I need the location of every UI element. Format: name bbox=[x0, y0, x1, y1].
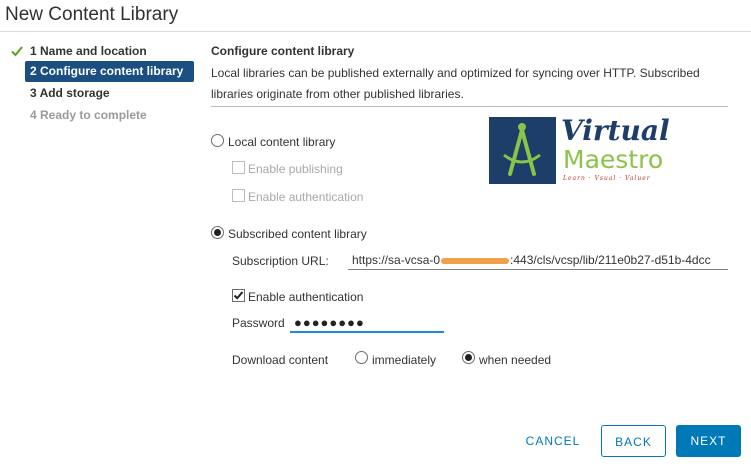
back-button[interactable]: BACK bbox=[601, 425, 666, 457]
checkmark-icon bbox=[233, 291, 244, 300]
section-description: Local libraries can be published externa… bbox=[211, 66, 700, 101]
title-divider bbox=[0, 31, 751, 32]
enable-publishing-label: Enable publishing bbox=[248, 162, 343, 176]
local-enable-authentication-checkbox bbox=[232, 189, 245, 202]
subscribed-library-label[interactable]: Subscribed content library bbox=[228, 227, 367, 241]
cancel-button[interactable]: CANCEL bbox=[520, 425, 586, 457]
logo-tagline: Learn · Vsual · Valuer bbox=[563, 175, 651, 182]
download-when-needed-label[interactable]: when needed bbox=[479, 353, 551, 367]
url-prefix: https://sa-vcsa-0 bbox=[352, 253, 441, 267]
redacted-mark bbox=[441, 257, 510, 264]
step-ready-to-complete: 4 Ready to complete bbox=[30, 108, 147, 122]
step-name-and-location[interactable]: 1 Name and location bbox=[25, 41, 152, 62]
subscribed-library-radio[interactable] bbox=[211, 226, 224, 239]
section-heading: Configure content library bbox=[211, 44, 355, 58]
local-library-label[interactable]: Local content library bbox=[228, 135, 335, 149]
download-immediately-label[interactable]: immediately bbox=[372, 353, 436, 367]
download-when-needed-radio[interactable] bbox=[462, 351, 475, 364]
password-input[interactable]: ●●●●●●●● bbox=[290, 314, 444, 333]
logo-mark bbox=[489, 117, 556, 184]
section-divider bbox=[211, 106, 728, 107]
step-configure-content-library[interactable]: 2 Configure content library bbox=[25, 61, 194, 82]
checkmark-icon bbox=[11, 46, 23, 57]
step-add-storage[interactable]: 3 Add storage bbox=[25, 83, 115, 104]
compass-icon bbox=[503, 123, 541, 176]
enable-authentication-checkbox[interactable] bbox=[232, 289, 245, 302]
password-label: Password bbox=[232, 316, 285, 330]
download-immediately-radio[interactable] bbox=[355, 351, 368, 364]
subscription-url-label: Subscription URL: bbox=[232, 254, 329, 268]
subscription-url-input[interactable]: https://sa-vcsa-0 :443/cls/vcsp/lib/211e0… bbox=[348, 250, 728, 270]
download-content-label: Download content bbox=[232, 353, 329, 367]
virtual-maestro-logo: Virtual Maestro Learn · Vsual · Valuer bbox=[489, 114, 670, 184]
url-suffix: :443/cls/vcsp/lib/211e0b27-d51b-4dcc bbox=[510, 253, 711, 267]
logo-maestro: Maestro bbox=[563, 145, 664, 174]
local-library-radio[interactable] bbox=[211, 134, 224, 147]
enable-authentication-label[interactable]: Enable authentication bbox=[248, 290, 363, 304]
next-button[interactable]: NEXT bbox=[676, 425, 741, 457]
dialog-title: New Content Library bbox=[5, 4, 179, 25]
enable-publishing-checkbox bbox=[232, 161, 245, 174]
local-enable-authentication-label: Enable authentication bbox=[248, 190, 364, 204]
logo-virtual: Virtual bbox=[561, 114, 670, 147]
